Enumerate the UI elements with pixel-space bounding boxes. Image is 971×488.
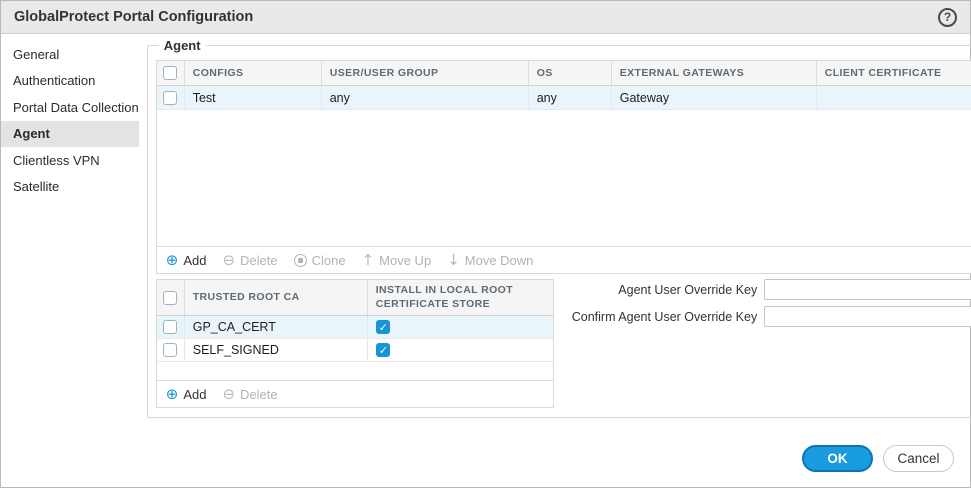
column-header-trusted-root-ca[interactable]: TRUSTED ROOT CA	[185, 280, 368, 315]
cell-install	[368, 339, 553, 361]
ca-add-label: Add	[183, 387, 206, 402]
table-row[interactable]: Test any any Gateway	[157, 86, 971, 110]
column-header-user-group[interactable]: USER/USER GROUP	[322, 61, 529, 85]
help-icon[interactable]: ?	[938, 8, 957, 27]
column-header-os[interactable]: OS	[529, 61, 612, 85]
agent-user-override-key-input[interactable]	[764, 279, 971, 300]
table-empty-area	[157, 362, 553, 380]
sidebar-item-agent[interactable]: Agent	[1, 121, 139, 148]
row-checkbox[interactable]	[163, 343, 177, 357]
cancel-button[interactable]: Cancel	[883, 445, 954, 472]
table-empty-area	[157, 110, 971, 246]
ca-select-all-checkbox[interactable]	[163, 291, 177, 305]
move-up-button[interactable]: ↑ Move Up	[362, 253, 432, 268]
globalprotect-portal-config-dialog: GlobalProtect Portal Configuration ? Gen…	[0, 0, 971, 488]
delete-icon: ⊖	[222, 253, 235, 268]
cell-user-group: any	[322, 86, 529, 109]
row-checkbox-cell	[157, 316, 185, 338]
confirm-agent-user-override-key-label: Confirm Agent User Override Key	[572, 310, 758, 324]
select-all-checkbox-cell	[157, 61, 185, 85]
override-key-fields: Agent User Override Key Confirm Agent Us…	[554, 279, 971, 327]
column-header-install-cert-store[interactable]: INSTALL IN LOCAL ROOT CERTIFICATE STORE	[368, 280, 553, 315]
column-header-external-gateways[interactable]: EXTERNAL GATEWAYS	[612, 61, 817, 85]
ca-table-toolbar: ⊕ Add ⊖ Delete	[157, 380, 553, 407]
sidebar-item-portal-data-collection[interactable]: Portal Data Collection	[1, 94, 139, 121]
sidebar: General Authentication Portal Data Colle…	[1, 34, 139, 429]
install-checkbox[interactable]	[376, 343, 390, 357]
sidebar-item-authentication[interactable]: Authentication	[1, 68, 139, 95]
move-down-button[interactable]: ↓ Move Down	[447, 253, 533, 268]
sidebar-item-clientless-vpn[interactable]: Clientless VPN	[1, 147, 139, 174]
select-all-checkbox[interactable]	[163, 66, 177, 80]
agent-fieldset: Agent CONFIGS USER/USER GROUP OS EXTERNA…	[147, 38, 971, 418]
trusted-root-ca-table: TRUSTED ROOT CA INSTALL IN LOCAL ROOT CE…	[156, 279, 554, 408]
dialog-footer: OK Cancel	[1, 429, 970, 487]
row-checkbox-cell	[157, 339, 185, 361]
add-label: Add	[183, 253, 206, 268]
confirm-agent-user-override-key-input[interactable]	[764, 306, 971, 327]
ca-delete-button[interactable]: ⊖ Delete	[222, 387, 277, 402]
cell-configs: Test	[185, 86, 322, 109]
dialog-titlebar: GlobalProtect Portal Configuration ?	[1, 1, 970, 34]
column-header-client-certificate[interactable]: CLIENT CERTIFICATE	[817, 61, 971, 85]
install-checkbox[interactable]	[376, 320, 390, 334]
cell-client-certificate	[817, 86, 971, 109]
row-checkbox[interactable]	[163, 320, 177, 334]
column-header-configs[interactable]: CONFIGS	[185, 61, 322, 85]
sidebar-item-general[interactable]: General	[1, 41, 139, 68]
move-up-icon: ↑	[362, 253, 375, 268]
delete-button[interactable]: ⊖ Delete	[222, 253, 277, 268]
row-checkbox[interactable]	[163, 91, 177, 105]
ok-button[interactable]: OK	[802, 445, 873, 472]
ca-select-all-checkbox-cell	[157, 280, 185, 315]
ca-delete-label: Delete	[240, 387, 278, 402]
agent-legend: Agent	[159, 38, 206, 53]
agent-configs-table: CONFIGS USER/USER GROUP OS EXTERNAL GATE…	[156, 60, 971, 274]
table-row[interactable]: GP_CA_CERT	[157, 316, 553, 339]
move-down-label: Move Down	[465, 253, 534, 268]
delete-label: Delete	[240, 253, 278, 268]
table-row[interactable]: SELF_SIGNED	[157, 339, 553, 362]
clone-button[interactable]: Clone	[294, 253, 346, 268]
dialog-title: GlobalProtect Portal Configuration	[14, 9, 253, 25]
add-icon: ⊕	[166, 253, 179, 268]
cell-ca-name: GP_CA_CERT	[185, 316, 368, 338]
add-button[interactable]: ⊕ Add	[166, 253, 207, 268]
configs-table-toolbar: ⊕ Add ⊖ Delete Clone ↑	[157, 246, 971, 273]
cell-install	[368, 316, 553, 338]
move-down-icon: ↓	[447, 253, 460, 268]
clone-label: Clone	[312, 253, 346, 268]
cell-external-gateways: Gateway	[612, 86, 817, 109]
move-up-label: Move Up	[379, 253, 431, 268]
agent-user-override-key-label: Agent User Override Key	[618, 283, 757, 297]
add-icon: ⊕	[166, 387, 179, 402]
sidebar-item-satellite[interactable]: Satellite	[1, 174, 139, 201]
cell-ca-name: SELF_SIGNED	[185, 339, 368, 361]
clone-icon	[294, 254, 307, 267]
ca-add-button[interactable]: ⊕ Add	[166, 387, 207, 402]
delete-icon: ⊖	[222, 387, 235, 402]
row-checkbox-cell	[157, 86, 185, 109]
cell-os: any	[529, 86, 612, 109]
